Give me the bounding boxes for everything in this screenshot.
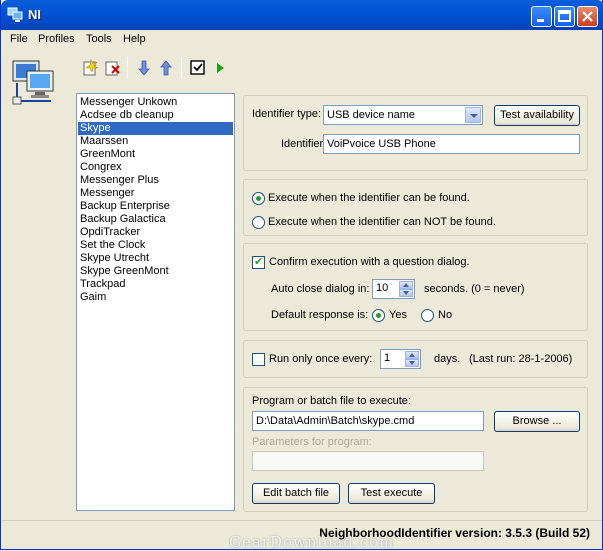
run-once-stepper[interactable]: 1 xyxy=(380,349,421,369)
menu-bar: File Profiles Tools Help xyxy=(2,30,602,48)
stepper-down-icon[interactable] xyxy=(405,359,419,367)
minimize-button[interactable] xyxy=(531,6,552,27)
auto-close-label: Auto close dialog in: xyxy=(271,283,370,295)
app-window: NI File Profiles Tools Help Messenger Un… xyxy=(0,0,603,551)
chevron-down-icon[interactable] xyxy=(465,107,481,123)
menu-help[interactable]: Help xyxy=(123,33,146,45)
close-button[interactable] xyxy=(577,6,598,27)
identifier-type-label: Identifier type: xyxy=(252,108,322,120)
maximize-icon xyxy=(558,10,571,22)
list-item[interactable]: Gaim xyxy=(78,291,233,304)
run-once-label[interactable]: Run only once every: xyxy=(269,353,372,365)
window-title: NI xyxy=(28,7,41,22)
stepper-up-icon[interactable] xyxy=(405,351,419,359)
confirm-label[interactable]: Confirm execution with a question dialog… xyxy=(269,256,470,268)
list-item[interactable]: Messenger xyxy=(78,187,233,200)
program-group: Program or batch file to execute: D:\Dat… xyxy=(243,387,588,512)
edit-batch-file-button[interactable]: Edit batch file xyxy=(252,483,340,504)
list-item-selected[interactable]: Skype xyxy=(78,122,233,135)
run-once-value: 1 xyxy=(384,352,391,364)
maximize-button[interactable] xyxy=(554,6,575,27)
auto-close-value: 10 xyxy=(376,282,389,294)
execute-found-radio[interactable] xyxy=(252,192,265,205)
execute-found-label[interactable]: Execute when the identifier can be found… xyxy=(268,192,470,204)
list-item[interactable]: Messenger Plus xyxy=(78,174,233,187)
delete-profile-icon[interactable] xyxy=(103,59,121,77)
list-item[interactable]: Skype Utrecht xyxy=(78,252,233,265)
toolbar-separator xyxy=(181,57,182,79)
parameters-input[interactable] xyxy=(252,451,484,471)
list-item[interactable]: OpdiTracker xyxy=(78,226,233,239)
run-once-suffix: days. xyxy=(434,353,461,365)
list-item[interactable]: Set the Clock xyxy=(78,239,233,252)
watermark: GearDownload.com xyxy=(229,533,395,551)
list-item[interactable]: Maarssen xyxy=(78,135,233,148)
list-item[interactable]: Skype GreenMont xyxy=(78,265,233,278)
move-down-icon[interactable] xyxy=(135,59,153,77)
run-once-group: Run only once every: 1 days. (Last run: … xyxy=(243,340,588,378)
new-profile-icon[interactable] xyxy=(81,59,99,77)
stepper-buttons[interactable] xyxy=(399,281,413,297)
check-icon[interactable] xyxy=(189,59,207,77)
minimize-icon xyxy=(537,19,544,22)
identifier-label: Identifier xyxy=(281,138,324,150)
network-computers-icon xyxy=(12,60,54,105)
execute-not-found-radio[interactable] xyxy=(252,216,265,229)
run-once-checkbox[interactable] xyxy=(252,353,265,366)
title-bar[interactable]: NI xyxy=(1,0,603,30)
profile-list[interactable]: Messenger Unkown Acdsee db cleanup Skype… xyxy=(76,93,235,511)
list-item[interactable]: Backup Galactica xyxy=(78,213,233,226)
list-item[interactable]: Messenger Unkown xyxy=(78,96,233,109)
toolbar-separator xyxy=(127,57,128,79)
response-yes-radio[interactable] xyxy=(372,309,385,322)
default-response-label: Default response is: xyxy=(271,309,369,321)
last-run-text: (Last run: 28-1-2006) xyxy=(469,353,573,365)
list-item[interactable]: Congrex xyxy=(78,161,233,174)
auto-close-stepper[interactable]: 10 xyxy=(372,279,415,299)
identifier-type-select[interactable]: USB device name xyxy=(323,105,483,125)
stepper-down-icon[interactable] xyxy=(399,289,413,297)
stepper-buttons[interactable] xyxy=(405,351,419,367)
list-item[interactable]: GreenMont xyxy=(78,148,233,161)
menu-file[interactable]: File xyxy=(10,33,28,45)
menu-profiles[interactable]: Profiles xyxy=(38,33,75,45)
move-up-icon[interactable] xyxy=(157,59,175,77)
confirm-checkbox[interactable] xyxy=(252,255,265,269)
browse-button[interactable]: Browse ... xyxy=(494,411,580,432)
test-execute-button[interactable]: Test execute xyxy=(348,483,435,504)
divider xyxy=(2,520,602,521)
identifier-group: Identifier type: USB device name Test av… xyxy=(243,95,588,171)
app-network-icon xyxy=(7,7,23,22)
auto-close-suffix: seconds. (0 = never) xyxy=(424,283,525,295)
response-no-radio[interactable] xyxy=(421,309,434,322)
run-icon[interactable] xyxy=(211,59,229,77)
confirm-group: Confirm execution with a question dialog… xyxy=(243,243,588,331)
identifier-input[interactable]: VoiPvoice USB Phone xyxy=(323,134,580,154)
list-item[interactable]: Trackpad xyxy=(78,278,233,291)
list-item[interactable]: Backup Enterprise xyxy=(78,200,233,213)
response-no-label[interactable]: No xyxy=(438,309,452,321)
execute-when-group: Execute when the identifier can be found… xyxy=(243,179,588,236)
list-item[interactable]: Acdsee db cleanup xyxy=(78,109,233,122)
test-availability-button[interactable]: Test availability xyxy=(494,105,580,126)
identifier-type-value: USB device name xyxy=(327,109,416,121)
response-yes-label[interactable]: Yes xyxy=(389,309,407,321)
close-icon xyxy=(582,11,593,22)
menu-tools[interactable]: Tools xyxy=(86,33,112,45)
program-path-input[interactable]: D:\Data\Admin\Batch\skype.cmd xyxy=(252,411,484,431)
stepper-up-icon[interactable] xyxy=(399,281,413,289)
program-label: Program or batch file to execute: xyxy=(252,395,411,407)
parameters-label: Parameters for program: xyxy=(252,436,372,448)
execute-not-found-label[interactable]: Execute when the identifier can NOT be f… xyxy=(268,216,496,228)
